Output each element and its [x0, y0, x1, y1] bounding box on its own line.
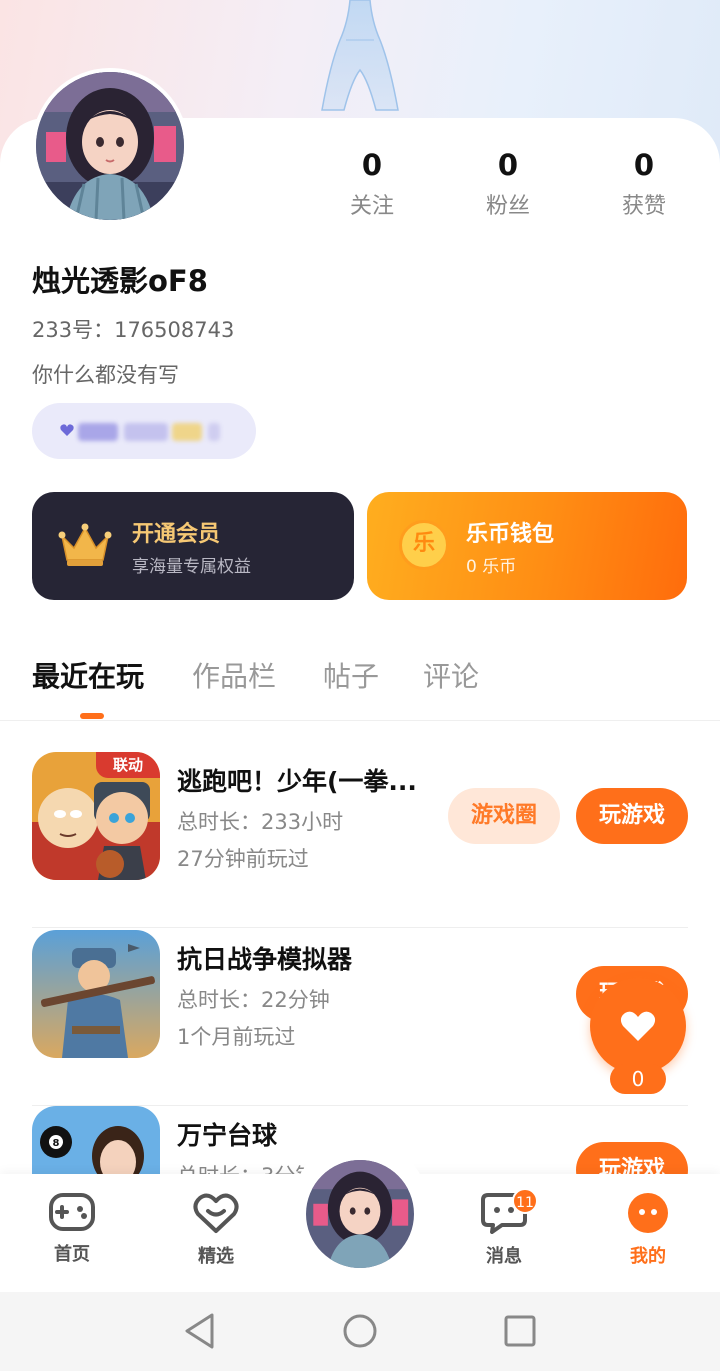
stat-followers[interactable]: 0 粉丝 [453, 148, 563, 220]
nav-featured[interactable]: 精选 [161, 1192, 271, 1268]
stat-following-count: 0 [361, 148, 383, 182]
vip-subtitle: 享海量专属权益 [132, 557, 251, 577]
vip-title: 开通会员 [132, 522, 221, 547]
tab-active-indicator [80, 713, 104, 719]
nav-messages-label: 消息 [486, 1246, 522, 1267]
blurred-text [208, 423, 220, 441]
stat-followers-count: 0 [497, 148, 519, 182]
user-bio[interactable]: 你什么都没有写 [32, 359, 179, 389]
vip-membership-button[interactable]: 开通会员 享海量专属权益 [32, 492, 354, 600]
like-fab-button[interactable] [590, 978, 686, 1074]
tag-heart-icon [60, 424, 74, 436]
avatar-illustration [36, 72, 184, 220]
user-avatar[interactable] [32, 68, 188, 224]
crown-icon [58, 523, 112, 566]
nav-featured-label: 精选 [198, 1246, 234, 1267]
gamepad-icon [49, 1193, 95, 1231]
back-icon[interactable] [182, 1312, 218, 1350]
blurred-text [172, 423, 202, 441]
stat-likes[interactable]: 0 获赞 [589, 148, 699, 220]
wallet-balance: 0 乐币 [466, 557, 517, 577]
stat-followers-label: 粉丝 [485, 194, 530, 219]
recents-icon[interactable] [503, 1314, 537, 1348]
collab-badge: 联动 [96, 752, 160, 778]
game-last-played: 1个月前玩过 [177, 1025, 296, 1049]
nav-home[interactable]: 首页 [17, 1192, 127, 1266]
play-game-button[interactable]: 玩游戏 [576, 788, 688, 844]
game-row[interactable]: 联动 逃跑吧！少年(一拳... 总时长：233小时 27分钟前玩过 游戏圈 玩游… [32, 752, 688, 928]
game-last-played: 27分钟前玩过 [177, 847, 309, 871]
blurred-text [124, 423, 168, 441]
stat-following-label: 关注 [349, 194, 394, 219]
messages-unread-badge: 11 [512, 1188, 538, 1214]
wallet-title: 乐币钱包 [466, 522, 555, 547]
svg-text:8: 8 [53, 1138, 60, 1149]
nav-center-avatar[interactable] [304, 1158, 416, 1270]
game-name: 逃跑吧！少年(一拳... [177, 767, 417, 796]
game-total-time: 总时长：233小时 [177, 810, 344, 834]
heart-icon [620, 1011, 656, 1041]
game-total-time: 总时长：22分钟 [177, 988, 330, 1012]
game-name: 抗日战争模拟器 [177, 945, 353, 974]
nav-home-label: 首页 [54, 1244, 90, 1265]
tab-works[interactable]: 作品栏 [192, 655, 276, 695]
like-count: 0 [610, 1064, 666, 1094]
game-name: 万宁台球 [177, 1121, 278, 1150]
character-figure-image [321, 0, 399, 111]
profile-dots-icon [628, 1193, 668, 1233]
stat-likes-label: 获赞 [621, 194, 666, 219]
home-circle-icon[interactable] [342, 1313, 378, 1349]
username: 烛光透影oF8 [32, 264, 208, 298]
game-icon[interactable] [32, 930, 160, 1058]
user-id: 233号：176508743 [32, 318, 235, 342]
nav-messages[interactable]: 消息 [449, 1192, 559, 1268]
nav-me-label: 我的 [630, 1246, 666, 1267]
stat-likes-count: 0 [633, 148, 655, 182]
nav-me[interactable]: 我的 [593, 1192, 703, 1268]
game-icon[interactable]: 联动 [32, 752, 160, 880]
tab-posts[interactable]: 帖子 [323, 655, 379, 695]
profile-tabs: 最近在玩 作品栏 帖子 评论 [0, 655, 720, 721]
wallet-button[interactable]: 乐 乐币钱包 0 乐币 [367, 492, 687, 600]
coin-icon: 乐 [399, 520, 449, 570]
blurred-text [78, 423, 118, 441]
tab-recent-play[interactable]: 最近在玩 [32, 655, 144, 695]
blurred-tag-pill[interactable] [32, 403, 256, 459]
game-icon-image [32, 930, 160, 1058]
game-circle-button[interactable]: 游戏圈 [448, 788, 560, 844]
system-navigation-bar [0, 1292, 720, 1371]
stat-following[interactable]: 0 关注 [317, 148, 427, 220]
avatar-illustration [306, 1160, 414, 1268]
tab-comments[interactable]: 评论 [423, 655, 479, 695]
heart-chat-icon [193, 1193, 239, 1233]
